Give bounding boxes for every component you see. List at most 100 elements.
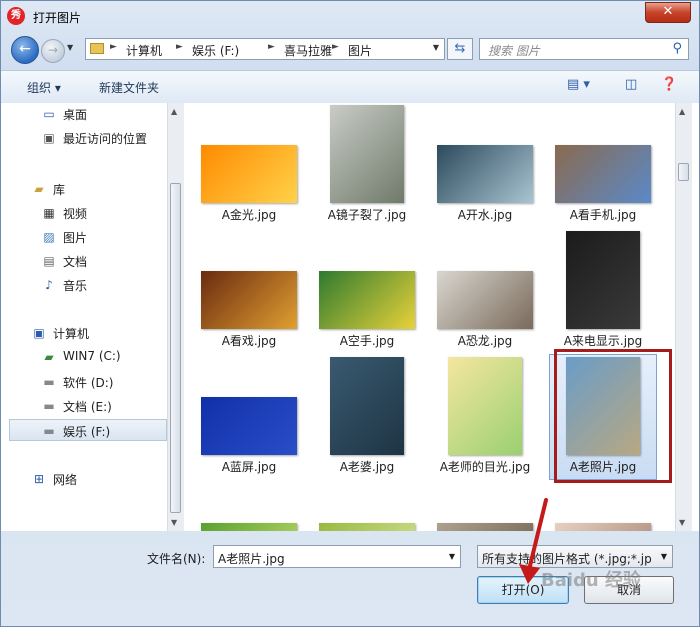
file-name[interactable]: A空手.jpg — [308, 332, 426, 349]
sidebar-item-label: 最近访问的位置 — [63, 132, 148, 146]
sidebar-item-drive-f[interactable]: ▬ 娱乐 (F:) — [9, 419, 167, 441]
address-bar[interactable]: ► 计算机 ► 娱乐 (F:) ► 喜马拉雅 ► 图片 ▼ — [85, 38, 445, 60]
network-icon: ⊞ — [33, 472, 45, 486]
chevron-down-icon[interactable]: ▼ — [657, 552, 667, 561]
scroll-up-icon[interactable]: ▲ — [171, 107, 177, 116]
sidebar-item-desktop[interactable]: ▭ 桌面 — [1, 103, 167, 125]
close-icon: ✕ — [662, 4, 674, 19]
documents-icon: ▤ — [43, 254, 55, 268]
sidebar-item-recent[interactable]: ▣ 最近访问的位置 — [1, 127, 167, 149]
back-button[interactable]: ← — [11, 36, 39, 64]
title-bar: 秀 打开图片 ✕ — [1, 1, 699, 31]
chevron-down-icon[interactable]: ▼ — [449, 552, 455, 561]
file-item[interactable]: A老师的目光.jpg — [432, 355, 550, 481]
sidebar-item-network[interactable]: ⊞ 网络 — [1, 468, 167, 490]
scrollbar-thumb[interactable] — [678, 163, 689, 181]
organize-button[interactable]: 组织 ▾ — [27, 79, 61, 96]
scroll-up-icon[interactable]: ▲ — [679, 107, 685, 116]
file-item[interactable]: A空手.jpg — [314, 229, 432, 355]
library-icon: ▰ — [34, 182, 44, 196]
breadcrumb-current[interactable]: 图片 — [348, 42, 372, 59]
file-thumbnail[interactable] — [319, 523, 415, 531]
forward-arrow-icon: → — [47, 43, 59, 57]
file-thumbnail[interactable] — [319, 271, 415, 329]
file-name[interactable]: A开水.jpg — [426, 206, 544, 223]
file-name[interactable]: A蓝屏.jpg — [190, 458, 308, 475]
sidebar-item-documents[interactable]: ▤ 文档 — [1, 250, 167, 272]
window-title: 打开图片 — [33, 11, 82, 25]
refresh-button[interactable]: ⇆ — [447, 38, 473, 60]
watermark: Baidu 经验 — [541, 570, 642, 591]
file-thumbnail[interactable] — [555, 145, 651, 203]
sidebar-item-drive-e[interactable]: ▬ 文档 (E:) — [1, 395, 167, 417]
file-thumbnail[interactable] — [330, 105, 404, 203]
sidebar-item-music[interactable]: ♪ 音乐 — [1, 274, 167, 296]
new-folder-button[interactable]: 新建文件夹 — [99, 79, 159, 96]
file-thumbnail[interactable] — [201, 397, 297, 455]
search-icon[interactable]: ⚲ — [672, 41, 682, 56]
command-bar: 组织 ▾ 新建文件夹 ▤ ▾ ◫ ❓ — [1, 70, 699, 104]
file-thumbnail[interactable] — [330, 357, 404, 455]
sidebar-item-label: 娱乐 (F:) — [63, 425, 111, 439]
file-item[interactable]: A开水.jpg — [432, 103, 550, 229]
file-item[interactable] — [314, 481, 432, 531]
file-item[interactable]: A恐龙.jpg — [432, 229, 550, 355]
sidebar-item-drive-c[interactable]: ▰ WIN7 (C:) — [1, 346, 167, 368]
close-button[interactable]: ✕ — [645, 2, 691, 23]
music-icon: ♪ — [45, 278, 53, 292]
file-item[interactable]: A金光.jpg — [196, 103, 314, 229]
file-name[interactable]: A镜子裂了.jpg — [308, 206, 426, 223]
file-thumbnail[interactable] — [437, 145, 533, 203]
back-arrow-icon: ← — [19, 41, 31, 57]
filename-input[interactable]: A老照片.jpg ▼ — [213, 545, 461, 568]
preview-pane-icon[interactable]: ◫ — [625, 77, 637, 92]
search-input[interactable]: 搜索 图片 ⚲ — [479, 38, 689, 60]
file-thumbnail[interactable] — [437, 271, 533, 329]
app-icon: 秀 — [7, 7, 25, 25]
file-item[interactable]: A镜子裂了.jpg — [314, 103, 432, 229]
sidebar-item-drive-d[interactable]: ▬ 软件 (D:) — [1, 371, 167, 393]
file-item[interactable]: A看手机.jpg — [550, 103, 668, 229]
sidebar-scrollbar[interactable]: ▲ ▼ — [167, 103, 184, 531]
history-dropdown-icon[interactable]: ▼ — [67, 43, 73, 52]
file-name[interactable]: A老婆.jpg — [308, 458, 426, 475]
file-item[interactable]: A看戏.jpg — [196, 229, 314, 355]
file-name[interactable]: A金光.jpg — [190, 206, 308, 223]
chevron-right-icon[interactable]: ► — [268, 42, 275, 52]
sidebar-item-label: 视频 — [63, 207, 88, 221]
file-name[interactable]: A来电显示.jpg — [544, 332, 662, 349]
address-dropdown-icon[interactable]: ▼ — [433, 43, 439, 52]
breadcrumb-drive[interactable]: 娱乐 (F:) — [192, 42, 239, 59]
sidebar-item-label: 网络 — [53, 473, 78, 487]
file-thumbnail[interactable] — [448, 357, 522, 455]
file-thumbnail[interactable] — [201, 523, 297, 531]
help-icon[interactable]: ❓ — [661, 77, 677, 92]
file-name[interactable]: A看戏.jpg — [190, 332, 308, 349]
sidebar-item-label: 文档 — [63, 255, 88, 269]
content-scrollbar[interactable]: ▲ ▼ — [675, 103, 692, 531]
file-item[interactable]: A老婆.jpg — [314, 355, 432, 481]
breadcrumb-folder[interactable]: 喜马拉雅 — [284, 42, 332, 59]
chevron-right-icon[interactable]: ► — [332, 42, 339, 52]
scroll-down-icon[interactable]: ▼ — [679, 518, 685, 527]
file-name[interactable]: A老师的目光.jpg — [426, 458, 544, 475]
file-item[interactable] — [196, 481, 314, 531]
file-name[interactable]: A恐龙.jpg — [426, 332, 544, 349]
forward-button[interactable]: → — [41, 39, 65, 63]
file-thumbnail[interactable] — [201, 145, 297, 203]
chevron-right-icon[interactable]: ► — [110, 42, 117, 52]
file-name[interactable]: A看手机.jpg — [544, 206, 662, 223]
chevron-right-icon[interactable]: ► — [176, 42, 183, 52]
sidebar-item-pictures[interactable]: ▨ 图片 — [1, 226, 167, 248]
sidebar-item-videos[interactable]: ▦ 视频 — [1, 202, 167, 224]
sidebar-item-libraries[interactable]: ▰ 库 — [1, 178, 167, 200]
file-thumbnail[interactable] — [201, 271, 297, 329]
sidebar-item-computer[interactable]: ▣ 计算机 — [1, 322, 167, 344]
view-options-icon[interactable]: ▤ ▾ — [567, 77, 590, 92]
scroll-down-icon[interactable]: ▼ — [171, 518, 177, 527]
file-thumbnail[interactable] — [566, 231, 640, 329]
scrollbar-thumb[interactable] — [170, 183, 181, 513]
file-item[interactable]: A蓝屏.jpg — [196, 355, 314, 481]
breadcrumb-computer[interactable]: 计算机 — [126, 42, 162, 59]
file-item[interactable]: A来电显示.jpg — [550, 229, 668, 355]
